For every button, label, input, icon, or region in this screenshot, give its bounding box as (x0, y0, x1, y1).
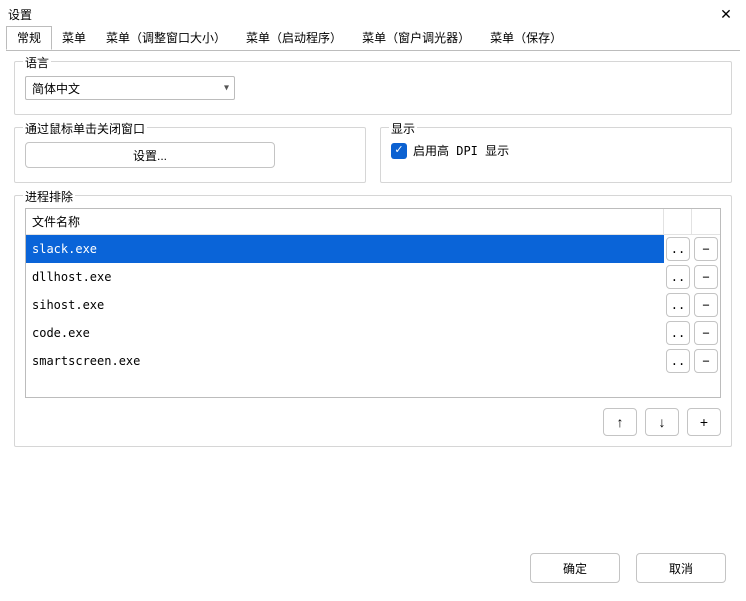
table-row[interactable]: slack.exe..− (26, 235, 720, 263)
plus-icon: + (700, 414, 708, 430)
browse-button[interactable]: .. (666, 321, 690, 345)
exclusion-table-header: 文件名称 (26, 209, 720, 235)
chevron-down-icon: ▾ (224, 83, 229, 94)
close-icon: ✕ (720, 6, 732, 23)
close-button[interactable]: ✕ (706, 0, 746, 28)
tab-4[interactable]: 菜单（窗户调光器） (352, 27, 480, 49)
column-remove (692, 209, 720, 234)
close-by-click-settings-button[interactable]: 设置... (25, 142, 275, 168)
close-by-click-legend: 通过鼠标单击关闭窗口 (23, 120, 147, 137)
remove-button[interactable]: − (694, 237, 718, 261)
display-legend: 显示 (389, 120, 417, 137)
language-legend: 语言 (23, 54, 51, 71)
table-row[interactable]: code.exe..− (26, 319, 720, 347)
browse-button[interactable]: .. (666, 265, 690, 289)
tab-2[interactable]: 菜单（调整窗口大小） (96, 27, 236, 49)
display-group: 显示 ✓ 启用高 DPI 显示 (380, 127, 732, 183)
add-button[interactable]: + (687, 408, 721, 436)
remove-button[interactable]: − (694, 321, 718, 345)
tab-content-general: 语言 简体中文 ▾ 通过鼠标单击关闭窗口 设置... 显示 ✓ 启用高 DPI … (0, 51, 746, 447)
title-bar: 设置 ✕ (0, 0, 746, 28)
tab-0[interactable]: 常规 (6, 26, 52, 50)
browse-button[interactable]: .. (666, 349, 690, 373)
dialog-footer: 确定 取消 (530, 553, 726, 583)
exclusion-table: 文件名称 slack.exe..−dllhost.exe..−sihost.ex… (25, 208, 721, 398)
exclusion-filename: smartscreen.exe (26, 347, 664, 375)
tab-1[interactable]: 菜单 (52, 27, 96, 49)
remove-button[interactable]: − (694, 265, 718, 289)
tab-strip: 常规菜单菜单（调整窗口大小）菜单（启动程序）菜单（窗户调光器）菜单（保存） (0, 28, 746, 50)
arrow-down-icon: ↓ (659, 414, 666, 430)
tab-5[interactable]: 菜单（保存） (480, 27, 572, 49)
language-group: 语言 简体中文 ▾ (14, 61, 732, 115)
hidpi-checkbox[interactable]: ✓ (391, 143, 407, 159)
language-select[interactable]: 简体中文 ▾ (25, 76, 235, 100)
column-filename[interactable]: 文件名称 (26, 209, 664, 234)
close-by-click-group: 通过鼠标单击关闭窗口 设置... (14, 127, 366, 183)
remove-button[interactable]: − (694, 293, 718, 317)
move-down-button[interactable]: ↓ (645, 408, 679, 436)
language-selected-value: 简体中文 (32, 80, 80, 97)
process-exclusion-legend: 进程排除 (23, 188, 75, 205)
remove-button[interactable]: − (694, 349, 718, 373)
exclusion-filename: slack.exe (26, 235, 664, 263)
browse-button[interactable]: .. (666, 293, 690, 317)
column-browse (664, 209, 692, 234)
arrow-up-icon: ↑ (617, 414, 624, 430)
tab-3[interactable]: 菜单（启动程序） (236, 27, 352, 49)
table-row[interactable]: sihost.exe..− (26, 291, 720, 319)
table-row[interactable]: smartscreen.exe..− (26, 347, 720, 375)
cancel-button[interactable]: 取消 (636, 553, 726, 583)
window-title: 设置 (8, 6, 32, 23)
hidpi-label: 启用高 DPI 显示 (413, 142, 509, 159)
process-exclusion-group: 进程排除 文件名称 slack.exe..−dllhost.exe..−siho… (14, 195, 732, 447)
exclusion-actions: ↑ ↓ + (25, 408, 721, 436)
move-up-button[interactable]: ↑ (603, 408, 637, 436)
exclusion-filename: dllhost.exe (26, 263, 664, 291)
exclusion-filename: code.exe (26, 319, 664, 347)
table-row[interactable]: dllhost.exe..− (26, 263, 720, 291)
ok-button[interactable]: 确定 (530, 553, 620, 583)
exclusion-table-body: slack.exe..−dllhost.exe..−sihost.exe..−c… (26, 235, 720, 397)
browse-button[interactable]: .. (666, 237, 690, 261)
exclusion-filename: sihost.exe (26, 291, 664, 319)
